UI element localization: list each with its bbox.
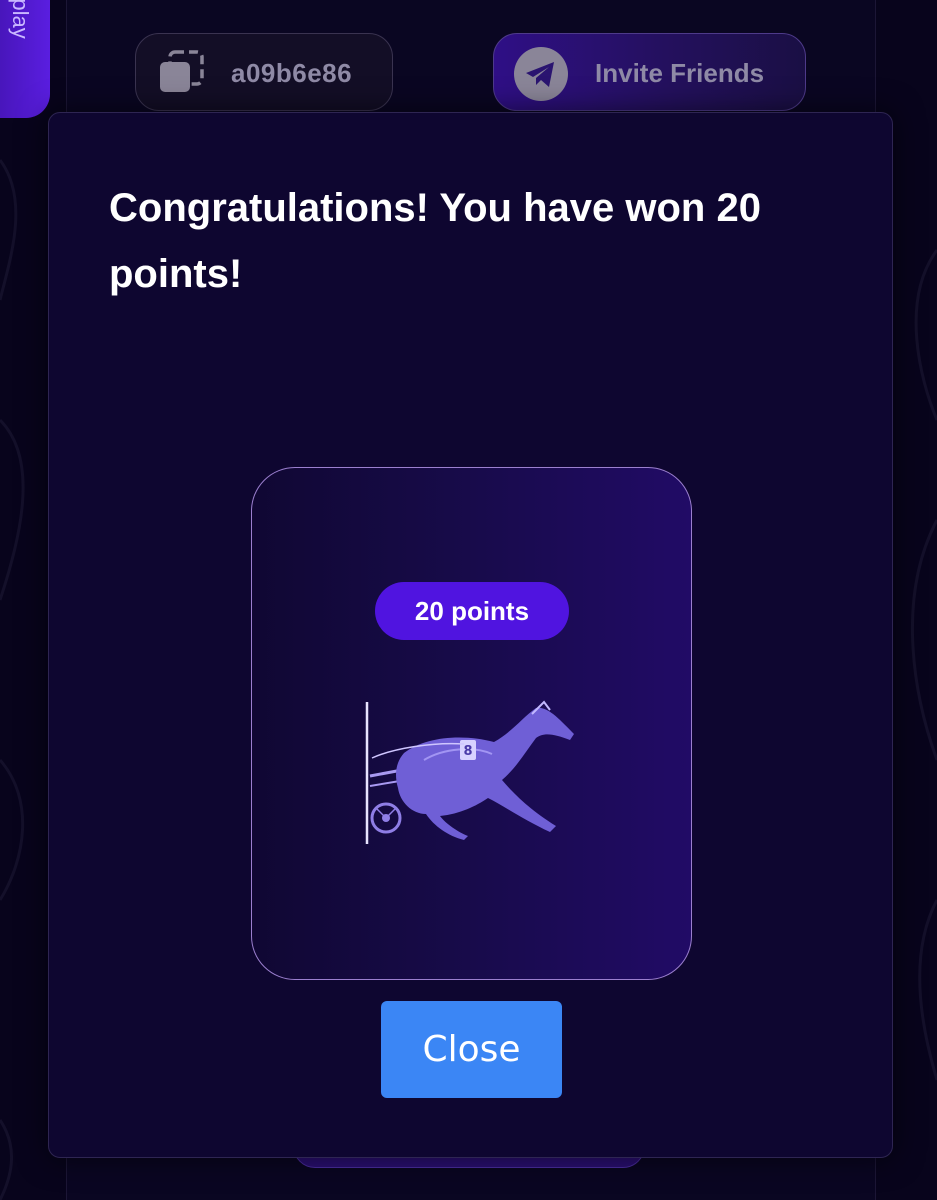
side-tab[interactable]: o play	[0, 0, 50, 118]
referral-code-pill[interactable]: a09b6e86	[135, 33, 393, 111]
svg-text:8: 8	[463, 744, 472, 759]
invite-friends-button[interactable]: Invite Friends	[493, 33, 806, 111]
copy-icon[interactable]	[156, 46, 210, 100]
close-button[interactable]: Close	[381, 1001, 562, 1098]
reward-card: 20 points 8	[251, 467, 692, 980]
harness-racing-horse-image: 8	[365, 700, 574, 844]
telegram-icon	[514, 47, 568, 101]
reward-dialog: Congratulations! You have won 20 points!…	[48, 112, 893, 1158]
dialog-title: Congratulations! You have won 20 points!	[109, 186, 761, 296]
referral-code-text: a09b6e86	[231, 58, 353, 88]
app-screen: o play a09b6e86 Invite Friends Congratul…	[0, 0, 937, 1200]
side-tab-label: o play	[8, 0, 33, 39]
invite-friends-label: Invite Friends	[595, 58, 765, 88]
points-badge: 20 points	[375, 582, 569, 640]
